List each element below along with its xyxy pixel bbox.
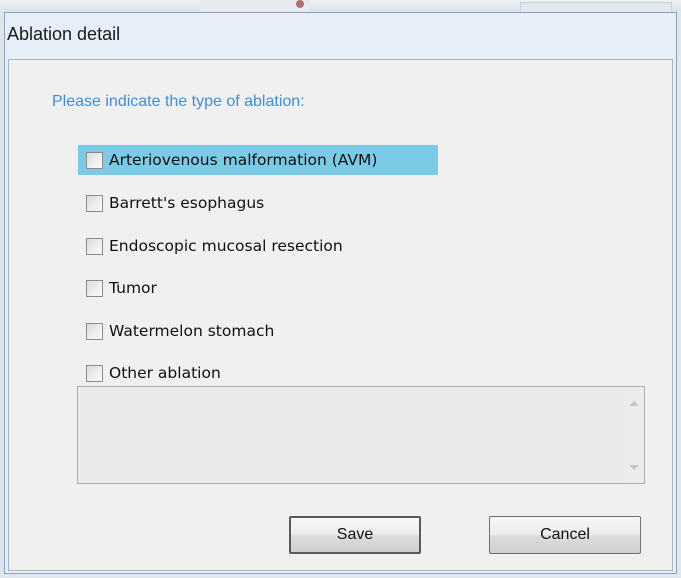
background-window	[0, 0, 681, 14]
checkbox[interactable]	[86, 279, 103, 297]
checkbox-option-watermelon-stomach[interactable]: Watermelon stomach	[78, 316, 274, 346]
checkbox-option-endoscopic-mucosal-resection[interactable]: Endoscopic mucosal resection	[78, 231, 343, 261]
checkbox-option-barretts-esophagus[interactable]: Barrett's esophagus	[78, 188, 264, 218]
dialog-body: Please indicate the type of ablation: Ar…	[8, 59, 673, 571]
checkbox-option-tumor[interactable]: Tumor	[78, 273, 157, 303]
vertical-scrollbar[interactable]	[624, 387, 644, 483]
checkbox[interactable]	[86, 364, 103, 382]
checkbox-option-other-ablation[interactable]: Other ablation	[78, 358, 221, 388]
scroll-down-arrow-icon[interactable]	[629, 465, 639, 470]
title-bar[interactable]: Ablation detail	[5, 13, 676, 57]
checkbox-label: Barrett's esophagus	[109, 194, 265, 212]
ablation-prompt: Please indicate the type of ablation:	[52, 93, 305, 110]
checkbox[interactable]	[86, 237, 103, 255]
checkbox[interactable]	[86, 151, 103, 169]
checkbox-label: Tumor	[109, 279, 157, 297]
checkbox[interactable]	[86, 194, 103, 212]
checkbox-label: Arteriovenous malformation (AVM)	[109, 151, 378, 169]
scroll-up-arrow-icon[interactable]	[629, 401, 639, 406]
checkbox-label: Watermelon stomach	[109, 322, 275, 340]
background-blur	[296, 0, 304, 8]
dialog-title: Ablation detail	[7, 24, 121, 44]
other-ablation-textarea[interactable]	[77, 386, 645, 484]
checkbox-option-avm[interactable]: Arteriovenous malformation (AVM)	[78, 145, 438, 175]
checkbox-label: Other ablation	[109, 364, 221, 382]
cancel-button[interactable]: Cancel	[489, 516, 641, 554]
save-button[interactable]: Save	[289, 516, 421, 554]
background-blur	[200, 0, 310, 12]
checkbox[interactable]	[86, 322, 103, 340]
checkbox-label: Endoscopic mucosal resection	[109, 237, 343, 255]
ablation-detail-dialog: Ablation detail Please indicate the type…	[4, 12, 677, 574]
